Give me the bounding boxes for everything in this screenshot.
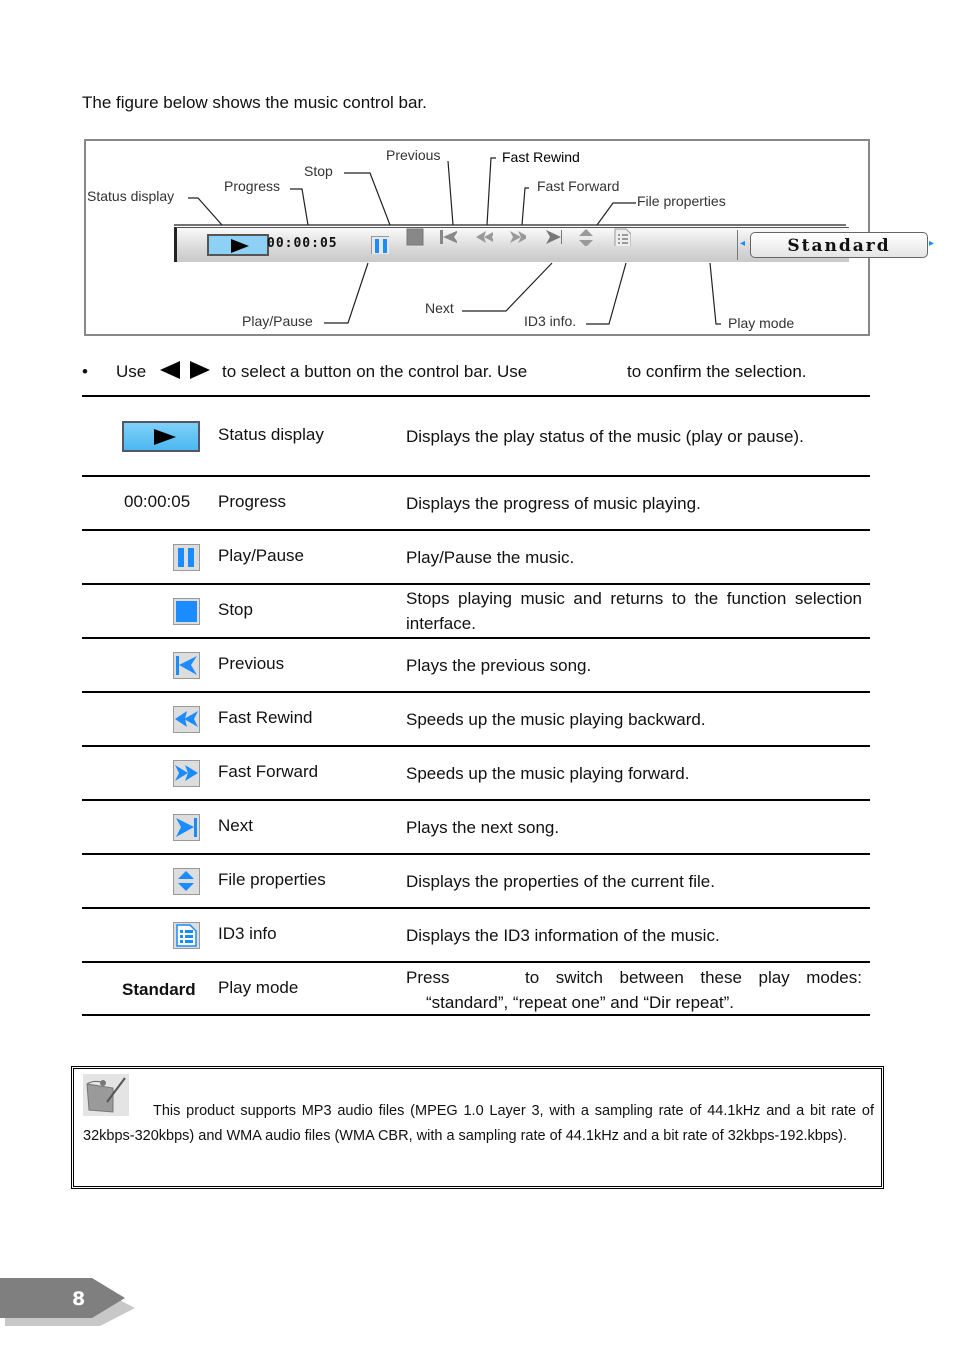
row-name: Play/Pause [218,546,304,565]
control-table: Status display Displays the play status … [82,395,870,1016]
fast-forward-icon[interactable] [508,228,526,246]
callout-fast-rewind: Fast Rewind [502,149,580,165]
callout-fast-forward: Fast Forward [537,178,620,194]
table-row: Stop Stops playing music and returns to … [82,583,870,637]
callout-stop: Stop [304,163,333,179]
fast-rewind-icon [173,706,200,733]
play-arrow-icon [231,239,249,253]
bullet-text-1: Use [116,362,147,381]
row-name: Fast Forward [218,762,319,781]
callout-file-properties: File properties [637,193,726,209]
fast-rewind-icon[interactable] [475,228,493,246]
table-row: 00:00:05 Progress Displays the progress … [82,475,870,529]
callout-next: Next [425,300,454,316]
row-name: ID3 info [218,924,277,943]
row-name: File properties [218,870,326,889]
control-bar-figure: Status display Progress Stop Previous Fa… [84,139,934,336]
row-desc: Displays the ID3 information of the musi… [406,926,720,945]
bullet-text-3: to confirm the selection. [627,362,807,381]
row-desc: Play/Pause the music. [406,548,575,567]
mode-left-arrow-icon[interactable]: ◂ [740,238,745,249]
switch-text: to switch between these play modes: [525,968,862,987]
stop-icon[interactable] [406,228,424,246]
note-box: This product supports MP3 audio files (M… [71,1066,884,1189]
page-tab [0,1278,135,1326]
intro-text: The figure below shows the music control… [82,93,427,112]
callout-id3-info: ID3 info. [524,313,577,329]
id3-info-icon [173,922,200,949]
callout-play-pause: Play/Pause [242,313,313,329]
callout-status-display: Status display [87,188,175,204]
row-desc: Speeds up the music playing forward. [406,764,690,783]
table-row: Fast Rewind Speeds up the music playing … [82,691,870,745]
row-name: Play mode [218,978,299,997]
row-desc: Stops playing music and returns to the f… [406,589,862,633]
row-desc: Plays the next song. [406,818,560,837]
row-name: Status display [218,425,324,444]
mode-right-arrow-icon[interactable]: ▸ [929,238,934,249]
table-row: Next Plays the next song. [82,799,870,853]
modes-list: “standard”, “repeat one” and “Dir repeat… [426,993,735,1012]
table-row: Standard Play mode Press to switch between t… [82,961,870,1016]
right-arrow-key-icon [190,361,210,382]
row-desc: Plays the previous song. [406,656,592,675]
progress-sample: 00:00:05 [124,492,191,511]
fast-forward-icon [173,760,200,787]
status-display-icon [122,421,200,452]
play-mode-button[interactable]: Standard [750,232,928,258]
press-word: Press [406,968,450,987]
note-text: This product supports MP3 audio files (M… [83,1099,874,1149]
progress-time: 00:00:05 [267,236,338,251]
file-properties-icon[interactable] [578,228,596,246]
row-name: Stop [218,600,253,619]
row-name: Next [218,816,253,835]
row-name: Progress [218,492,287,511]
row-desc: Speeds up the music playing backward. [406,710,706,729]
play-mode-sample: Standard [122,980,196,999]
callout-progress: Progress [224,178,281,194]
left-arrow-key-icon [160,361,180,382]
stop-icon [173,598,200,625]
status-display-button[interactable] [207,234,269,256]
row-desc: Displays the play status of the music (p… [406,427,804,446]
row-desc: Displays the properties of the current f… [406,872,715,891]
previous-icon[interactable] [439,228,457,246]
file-properties-icon [173,868,200,895]
table-row: Status display Displays the play status … [82,395,870,475]
row-name: Fast Rewind [218,708,313,727]
note-content: This product supports MP3 audio files (M… [83,1103,874,1144]
table-row: Previous Plays the previous song. [82,637,870,691]
row-name: Previous [218,654,285,673]
table-row: ID3 info Displays the ID3 information of… [82,907,870,961]
previous-icon [173,652,200,679]
bullet-text-2: to select a button on the control bar. U… [222,362,528,381]
table-row: File properties Displays the properties … [82,853,870,907]
bullet-dot: • [82,362,88,381]
next-icon [173,814,200,841]
music-control-bar: 00:00:05 ◂ Standard ▸ [174,227,934,262]
pause-icon [173,544,200,571]
row-desc: Displays the progress of music playing. [406,494,701,513]
divider [737,230,738,260]
row-desc: Press to switch between these play modes: “sta… [406,965,862,1015]
play-mode-value: Standard [787,236,891,256]
table-row: Fast Forward Speeds up the music playing… [82,745,870,799]
callout-previous: Previous [386,147,441,163]
next-icon[interactable] [544,228,562,246]
pause-icon[interactable] [371,236,389,254]
page-number: 8 [72,1288,86,1310]
callout-play-mode: Play mode [728,315,795,331]
id3-info-icon[interactable] [613,228,631,246]
table-row: Play/Pause Play/Pause the music. [82,529,870,583]
